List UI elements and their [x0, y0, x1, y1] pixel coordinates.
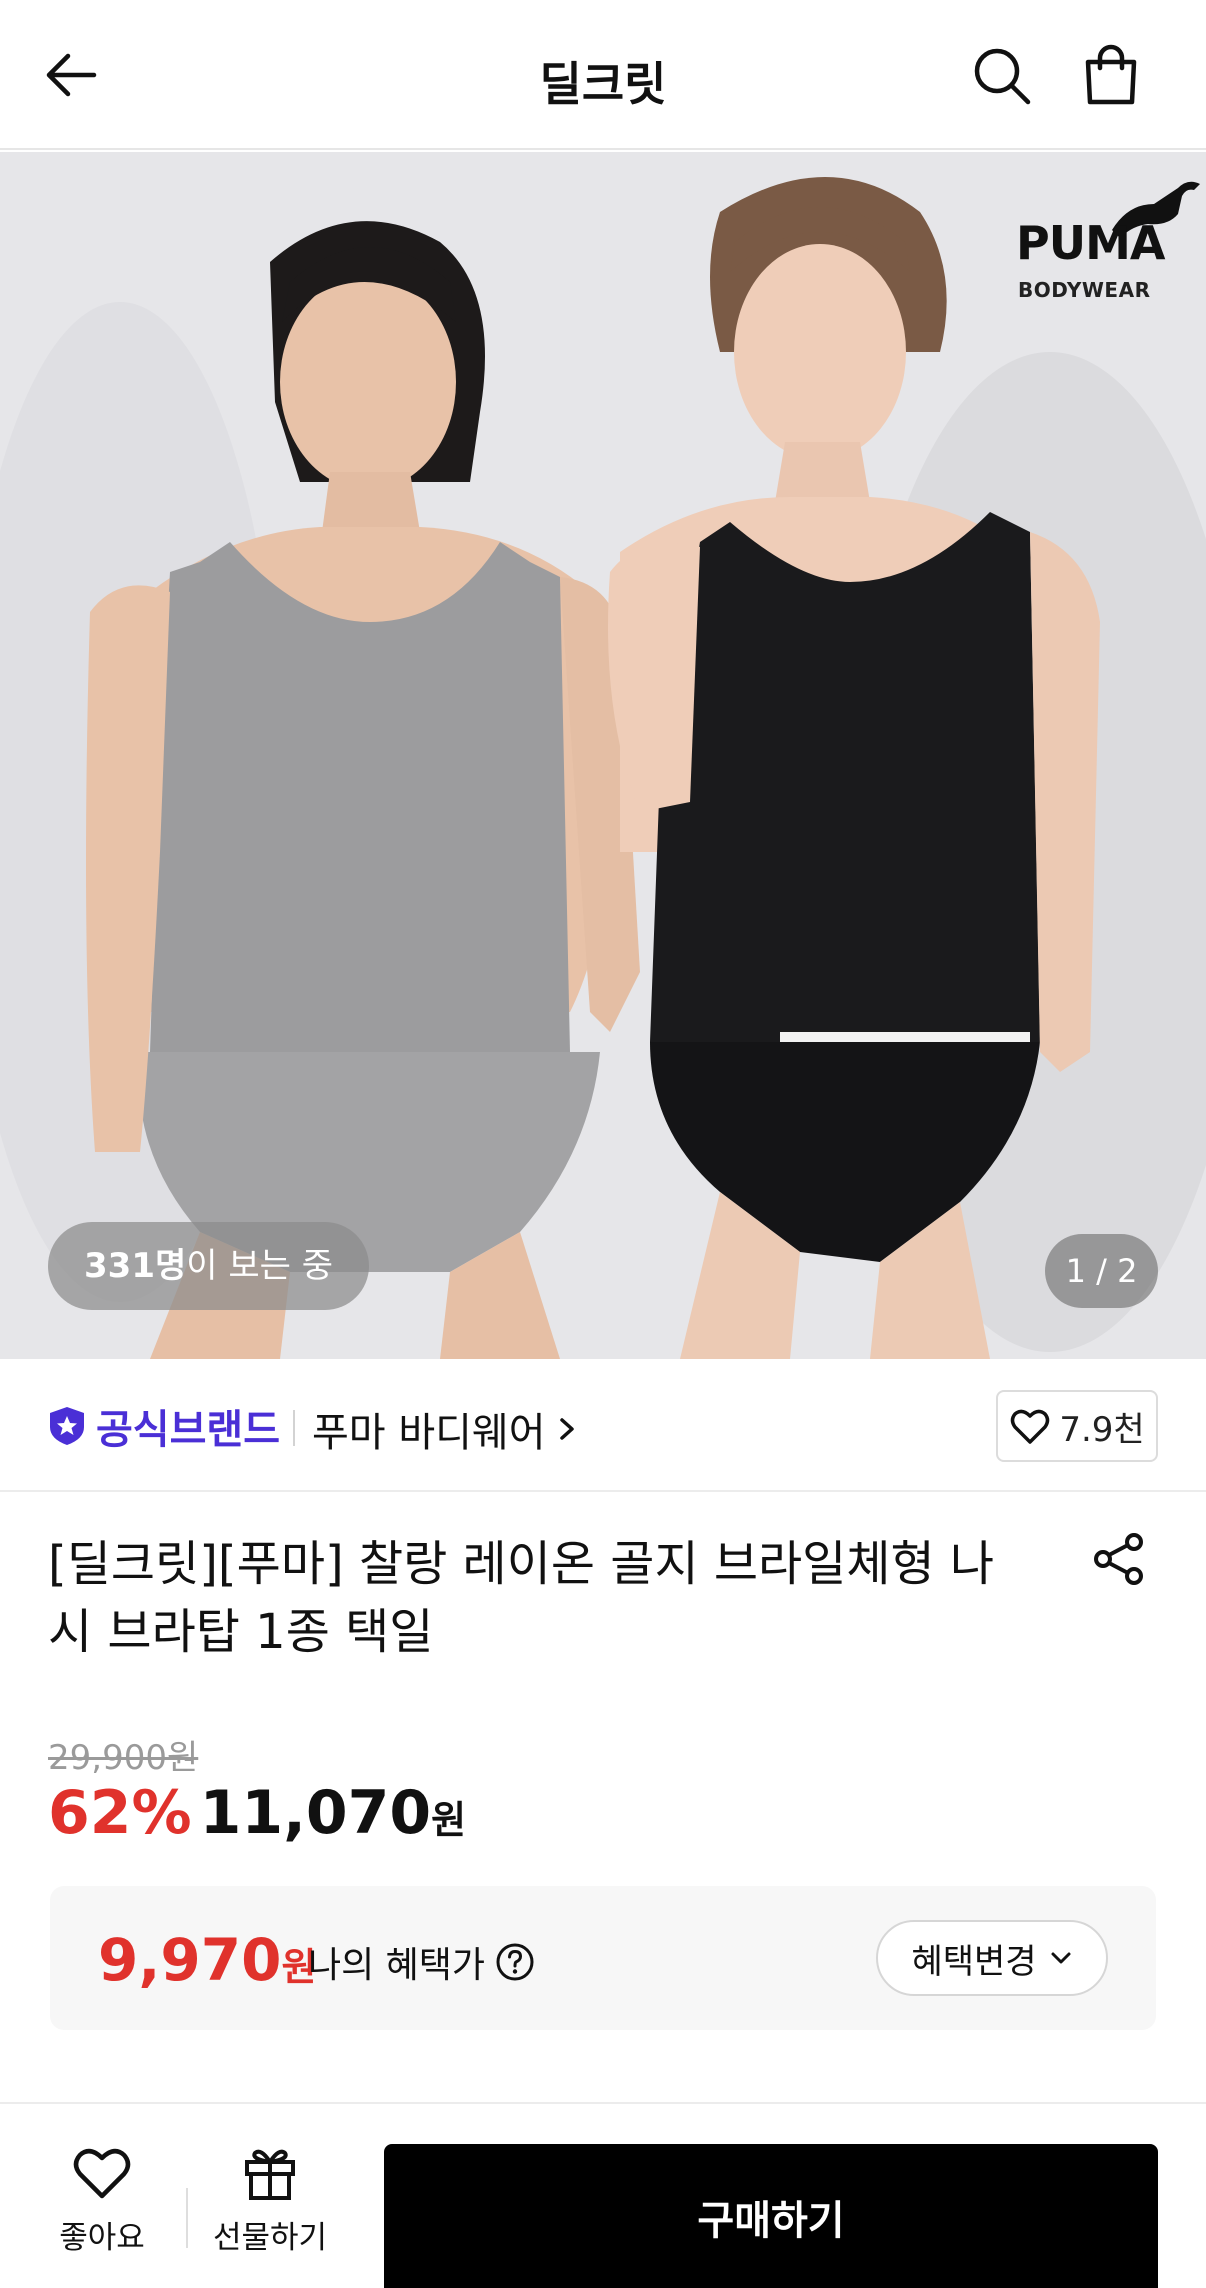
- chevron-down-icon: [1051, 1952, 1071, 1964]
- heart-icon: [1011, 1409, 1050, 1444]
- chevron-right-icon: [559, 1418, 574, 1440]
- original-price: 29,900원: [48, 1738, 199, 1778]
- share-icon[interactable]: [1090, 1530, 1148, 1588]
- viewers-count: 331명: [84, 1246, 187, 1286]
- like-button-label: 좋아요: [59, 2220, 145, 2256]
- heart-icon: [73, 2148, 131, 2199]
- official-brand-label: 공식브랜드: [96, 1407, 280, 1453]
- product-title: [딜크릿][푸마] 찰랑 레이온 골지 브라일체형 나시 브라탑 1종 택일: [48, 1536, 995, 1660]
- help-circle-icon[interactable]: [495, 1942, 535, 1982]
- benefit-price-value: 9,970: [98, 1926, 282, 1994]
- search-icon[interactable]: [968, 42, 1036, 110]
- discount-rate: 62%: [48, 1778, 192, 1848]
- star-shield-icon: [50, 1407, 84, 1445]
- brand-name: 푸마 바디웨어: [312, 1410, 546, 1456]
- benefit-label-text: 나의 혜택가: [308, 1945, 486, 1986]
- benefit-label: 나의 혜택가: [308, 1936, 535, 1988]
- product-photo: [0, 152, 1206, 1359]
- gift-button-label: 선물하기: [212, 2220, 328, 2256]
- change-benefit-button[interactable]: 혜택변경: [876, 1920, 1108, 1996]
- price-currency: 원: [431, 1798, 467, 1842]
- divider: [293, 1410, 295, 1446]
- image-pager: 1 / 2: [1045, 1234, 1158, 1308]
- product-image-carousel[interactable]: PUMA BODYWEAR 331명이 보는 중 1 / 2: [0, 152, 1206, 1359]
- brand-logo: PUMA BODYWEAR: [1016, 174, 1200, 302]
- bottom-action-bar: 좋아요 선물하기 구매하기: [0, 2102, 1206, 2288]
- gift-icon: [245, 2149, 295, 2200]
- divider: [186, 2188, 188, 2248]
- viewers-suffix: 이 보는 중: [186, 1246, 334, 1286]
- benefit-box: 9,970 원 나의 혜택가 혜택변경: [50, 1886, 1156, 2030]
- top-bar: 딜크릿: [0, 0, 1206, 150]
- benefit-price: 9,970 원: [98, 1926, 316, 1994]
- brand-logo-word: PUMA: [1016, 216, 1165, 270]
- like-button[interactable]: 좋아요: [44, 2144, 160, 2257]
- gift-button[interactable]: 선물하기: [200, 2144, 340, 2257]
- like-count-button[interactable]: 7.9천: [996, 1390, 1158, 1462]
- shopping-bag-icon[interactable]: [1076, 40, 1146, 110]
- brand-logo-sub: BODYWEAR: [1018, 278, 1151, 302]
- viewers-badge: 331명이 보는 중: [48, 1222, 370, 1310]
- official-brand-badge: 공식브랜드: [46, 1402, 280, 1453]
- brand-link[interactable]: 푸마 바디웨어: [312, 1400, 580, 1458]
- sale-price: 11,070: [199, 1778, 432, 1848]
- sale-price-line: 62% 11,070 원: [48, 1778, 466, 1848]
- buy-button[interactable]: 구매하기: [384, 2144, 1158, 2288]
- brand-row: 공식브랜드 푸마 바디웨어 7.9천: [0, 1360, 1206, 1492]
- like-count: 7.9천: [1059, 1409, 1145, 1450]
- change-benefit-label: 혜택변경: [911, 1941, 1037, 1982]
